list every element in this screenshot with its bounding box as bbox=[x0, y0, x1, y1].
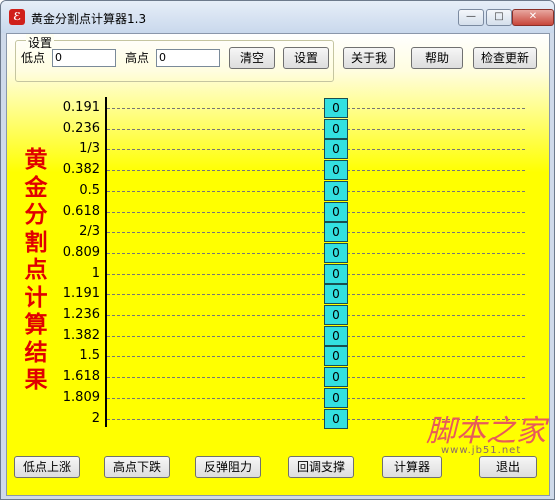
level-dashed-line bbox=[107, 170, 525, 172]
level-dashed-line bbox=[107, 377, 525, 379]
maximize-button[interactable]: □ bbox=[486, 9, 512, 26]
window-title: 黄金分割点计算器1.3 bbox=[31, 12, 147, 26]
close-button[interactable]: ✕ bbox=[512, 9, 554, 26]
low-rise-button[interactable]: 低点上涨 bbox=[14, 456, 80, 478]
app-logo-icon: ℰ bbox=[9, 9, 25, 25]
result-value-box: 0 bbox=[324, 305, 348, 325]
result-row: 1.618 0 bbox=[7, 367, 549, 388]
ratio-label: 1.236 bbox=[62, 307, 100, 322]
result-value-box: 0 bbox=[324, 346, 348, 367]
result-value-box: 0 bbox=[324, 98, 348, 118]
low-point-label: 低点 bbox=[21, 51, 46, 65]
high-point-input[interactable] bbox=[156, 49, 220, 67]
ratio-label: 1.5 bbox=[79, 348, 100, 364]
ratio-label: 1 bbox=[91, 265, 100, 281]
result-value-box: 0 bbox=[324, 367, 348, 388]
result-row: 10 bbox=[7, 263, 549, 284]
ratio-label: 0.618 bbox=[62, 203, 100, 219]
level-dashed-line bbox=[107, 335, 525, 337]
ratio-label: 0.809 bbox=[62, 244, 100, 260]
level-dashed-line bbox=[107, 273, 525, 275]
result-row: 1.809 0 bbox=[7, 387, 549, 408]
ratio-label: 2/3 bbox=[79, 224, 100, 240]
ratio-label: 0.382 bbox=[62, 162, 100, 178]
ratio-label: 0.191 bbox=[62, 100, 100, 115]
low-point-input[interactable] bbox=[52, 49, 116, 67]
result-row: 0.191 0 bbox=[7, 98, 549, 118]
result-row: 1.236 0 bbox=[7, 305, 549, 325]
app-window: ℰ 黄金分割点计算器1.3 — □ ✕ 设置 低点 高点 清空 设置 关于我 帮… bbox=[0, 0, 555, 500]
ratio-label: 1.618 bbox=[62, 369, 100, 385]
pullback-support-button[interactable]: 回调支撑 bbox=[288, 456, 354, 478]
level-dashed-line bbox=[107, 397, 525, 399]
result-row: 1.382 0 bbox=[7, 325, 549, 346]
about-button[interactable]: 关于我 bbox=[343, 47, 395, 69]
title-bar[interactable]: ℰ 黄金分割点计算器1.3 — □ ✕ bbox=[1, 1, 554, 33]
result-value-box: 0 bbox=[324, 408, 348, 429]
result-value-box: 0 bbox=[324, 387, 348, 408]
ratio-label: 2 bbox=[91, 410, 100, 426]
high-point-label: 高点 bbox=[125, 51, 150, 65]
ratio-label: 1/3 bbox=[79, 141, 100, 157]
result-value-box: 0 bbox=[324, 284, 348, 305]
clear-button[interactable]: 清空 bbox=[229, 47, 275, 69]
check-update-button[interactable]: 检查更新 bbox=[473, 47, 537, 69]
result-row: 1.5 0 bbox=[7, 346, 549, 367]
result-row: 0.382 0 bbox=[7, 160, 549, 181]
level-dashed-line bbox=[107, 149, 525, 151]
result-value-box: 0 bbox=[324, 263, 348, 284]
result-value-box: 0 bbox=[324, 139, 348, 160]
level-dashed-line bbox=[107, 315, 525, 316]
ratio-label: 1.191 bbox=[62, 286, 100, 302]
ratio-label: 0.5 bbox=[79, 182, 100, 198]
minimize-button[interactable]: — bbox=[458, 9, 484, 26]
ratio-label: 0.236 bbox=[62, 120, 100, 136]
level-dashed-line bbox=[107, 232, 525, 234]
watermark-url: www.jb51.net bbox=[441, 445, 522, 456]
level-dashed-line bbox=[107, 252, 525, 254]
result-row: 1.191 0 bbox=[7, 284, 549, 305]
result-value-box: 0 bbox=[324, 325, 348, 346]
settings-button[interactable]: 设置 bbox=[283, 47, 329, 69]
result-value-box: 0 bbox=[324, 201, 348, 222]
result-row: 0.809 0 bbox=[7, 242, 549, 263]
result-row: 0.618 0 bbox=[7, 201, 549, 222]
ratio-label: 1.809 bbox=[62, 389, 100, 405]
result-value-box: 0 bbox=[324, 222, 348, 243]
high-fall-button[interactable]: 高点下跌 bbox=[104, 456, 170, 478]
level-dashed-line bbox=[107, 211, 525, 213]
level-dashed-line bbox=[107, 356, 525, 358]
result-value-box: 0 bbox=[324, 160, 348, 181]
result-row: 2/3 0 bbox=[7, 222, 549, 243]
rebound-resistance-button[interactable]: 反弹阻力 bbox=[195, 456, 261, 478]
calculator-button[interactable]: 计算器 bbox=[382, 456, 442, 478]
level-dashed-line bbox=[107, 190, 525, 192]
result-value-box: 0 bbox=[324, 118, 348, 139]
help-button[interactable]: 帮助 bbox=[411, 47, 463, 69]
level-dashed-line bbox=[107, 108, 525, 109]
watermark-text: 脚本之家 bbox=[426, 414, 546, 449]
result-row: 1/3 0 bbox=[7, 139, 549, 160]
ratio-label: 1.382 bbox=[62, 327, 100, 343]
result-value-box: 0 bbox=[324, 180, 348, 201]
result-value-box: 0 bbox=[324, 242, 348, 263]
level-dashed-line bbox=[107, 294, 525, 296]
level-dashed-line bbox=[107, 128, 525, 130]
exit-button[interactable]: 退出 bbox=[479, 456, 537, 478]
result-row: 0.236 0 bbox=[7, 118, 549, 139]
result-row: 0.5 0 bbox=[7, 180, 549, 201]
